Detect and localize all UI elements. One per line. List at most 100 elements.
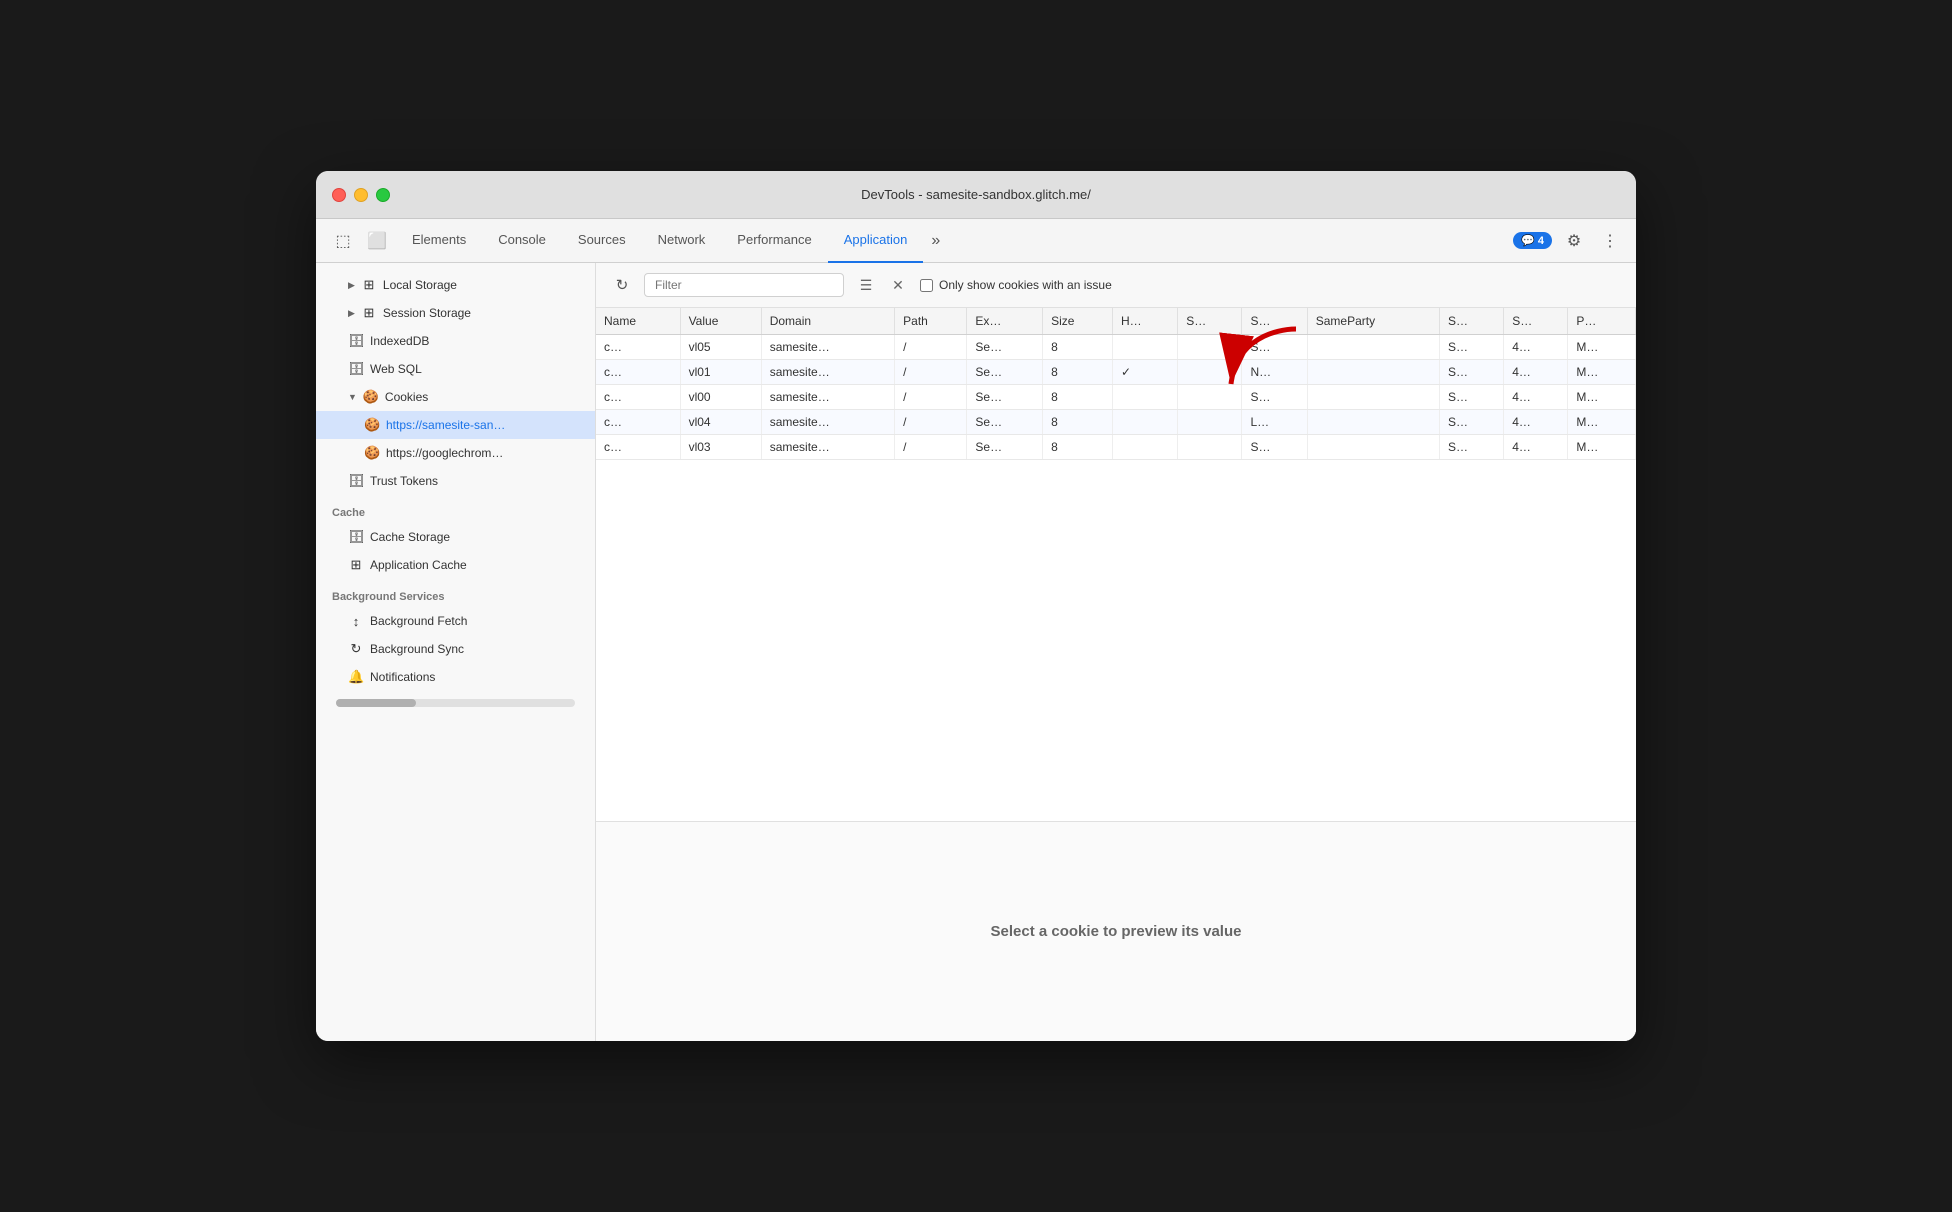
table-cell: / [895, 410, 967, 435]
table-cell: / [895, 335, 967, 360]
sidebar-item-bg-sync[interactable]: ↻ Background Sync [316, 635, 595, 663]
col-s1[interactable]: S… [1440, 308, 1504, 335]
sidebar-scrollbar[interactable] [336, 699, 575, 707]
issue-filter-checkbox[interactable] [920, 279, 933, 292]
table-row[interactable]: c…vl03samesite…/Se…8S…S…4…M… [596, 435, 1636, 460]
filter-options-button[interactable]: ☰ [852, 271, 880, 299]
col-path[interactable]: Path [895, 308, 967, 335]
refresh-button[interactable]: ↻ [608, 271, 636, 299]
inspect-icon[interactable]: ⬜ [362, 227, 392, 255]
issue-filter-text: Only show cookies with an issue [939, 278, 1112, 292]
tab-sources[interactable]: Sources [562, 219, 642, 263]
cookie-table-container[interactable]: Name Value Domain Path Ex… Size H… S… S…… [596, 308, 1636, 821]
more-options-button[interactable]: ⋮ [1596, 227, 1624, 255]
local-storage-label: Local Storage [383, 278, 457, 292]
tab-network[interactable]: Network [642, 219, 722, 263]
sidebar-item-session-storage[interactable]: ▶ ⊞ Session Storage [316, 299, 595, 327]
table-cell: S… [1440, 410, 1504, 435]
table-cell [1307, 335, 1439, 360]
chat-badge[interactable]: 💬 4 [1513, 232, 1552, 249]
cookie-preview-area: Select a cookie to preview its value [596, 821, 1636, 1041]
table-cell: N… [1242, 360, 1307, 385]
bg-fetch-icon: ↕ [348, 614, 364, 629]
col-value[interactable]: Value [680, 308, 761, 335]
panel-wrapper: ↻ ☰ ✕ Only show cookies with an issue [596, 263, 1636, 1041]
table-cell: S… [1440, 335, 1504, 360]
clear-filter-button[interactable]: ✕ [884, 271, 912, 299]
minimize-button[interactable] [354, 188, 368, 202]
filter-bar: ↻ ☰ ✕ Only show cookies with an issue [596, 263, 1636, 308]
table-cell [1307, 385, 1439, 410]
sidebar-item-cache-storage[interactable]: 🗄 Cache Storage [316, 523, 595, 551]
bg-fetch-label: Background Fetch [370, 614, 467, 628]
table-cell: 8 [1043, 435, 1113, 460]
table-cell: ✓ [1113, 360, 1178, 385]
cookie-table: Name Value Domain Path Ex… Size H… S… S…… [596, 308, 1636, 460]
sidebar-item-cookie-google[interactable]: 🍪 https://googlechrom… [316, 439, 595, 467]
cursor-icon[interactable]: ⬚ [328, 227, 358, 255]
sidebar-item-websql[interactable]: 🗄 Web SQL [316, 355, 595, 383]
notifications-label: Notifications [370, 670, 435, 684]
col-samesite-abbr[interactable]: S… [1242, 308, 1307, 335]
table-cell [1113, 385, 1178, 410]
sidebar-item-notifications[interactable]: 🔔 Notifications [316, 663, 595, 691]
session-storage-label: Session Storage [383, 306, 471, 320]
col-priority[interactable]: P… [1568, 308, 1636, 335]
table-cell: samesite… [761, 385, 894, 410]
col-s2[interactable]: S… [1504, 308, 1568, 335]
cookie-google-icon: 🍪 [364, 445, 380, 461]
bg-section-label: Background Services [316, 579, 595, 607]
tab-console[interactable]: Console [482, 219, 562, 263]
sidebar: ▶ ⊞ Local Storage ▶ ⊞ Session Storage 🗄 … [316, 263, 596, 1041]
col-expires[interactable]: Ex… [967, 308, 1043, 335]
maximize-button[interactable] [376, 188, 390, 202]
cookies-label: Cookies [385, 390, 428, 404]
sidebar-item-cookie-samesite[interactable]: 🍪 https://samesite-san… [316, 411, 595, 439]
table-row[interactable]: c…vl01samesite…/Se…8✓N…S…4…M… [596, 360, 1636, 385]
sidebar-item-trust-tokens[interactable]: 🗄 Trust Tokens [316, 467, 595, 495]
window-title: DevTools - samesite-sandbox.glitch.me/ [332, 187, 1620, 202]
title-bar: DevTools - samesite-sandbox.glitch.me/ [316, 171, 1636, 219]
websql-label: Web SQL [370, 362, 422, 376]
table-cell: Se… [967, 335, 1043, 360]
notifications-icon: 🔔 [348, 669, 364, 685]
sidebar-item-bg-fetch[interactable]: ↕ Background Fetch [316, 607, 595, 635]
issue-filter-label[interactable]: Only show cookies with an issue [920, 278, 1112, 292]
sidebar-item-indexeddb[interactable]: 🗄 IndexedDB [316, 327, 595, 355]
table-row[interactable]: c…vl05samesite…/Se…8S…S…4…M… [596, 335, 1636, 360]
col-secure[interactable]: S… [1178, 308, 1242, 335]
table-cell: 8 [1043, 410, 1113, 435]
filter-input[interactable] [644, 273, 844, 297]
tab-performance[interactable]: Performance [721, 219, 827, 263]
table-cell: S… [1440, 360, 1504, 385]
sidebar-item-cookies[interactable]: ▼ 🍪 Cookies [316, 383, 595, 411]
table-cell: c… [596, 410, 680, 435]
table-cell: 8 [1043, 385, 1113, 410]
tab-application[interactable]: Application [828, 219, 924, 263]
col-sameparty[interactable]: SameParty [1307, 308, 1439, 335]
websql-icon: 🗄 [348, 361, 364, 377]
filter-actions: ☰ ✕ [852, 271, 912, 299]
table-cell: c… [596, 385, 680, 410]
col-size[interactable]: Size [1043, 308, 1113, 335]
cookie-samesite-label: https://samesite-san… [386, 418, 505, 432]
close-button[interactable] [332, 188, 346, 202]
table-cell [1307, 410, 1439, 435]
sidebar-item-local-storage[interactable]: ▶ ⊞ Local Storage [316, 271, 595, 299]
expand-arrow-icon: ▶ [348, 280, 355, 291]
table-row[interactable]: c…vl00samesite…/Se…8S…S…4…M… [596, 385, 1636, 410]
expand-arrow-icon: ▼ [348, 392, 357, 402]
table-cell: vl04 [680, 410, 761, 435]
settings-button[interactable]: ⚙ [1560, 227, 1588, 255]
sidebar-item-app-cache[interactable]: ⊞ Application Cache [316, 551, 595, 579]
table-cell: Se… [967, 385, 1043, 410]
tab-elements[interactable]: Elements [396, 219, 482, 263]
col-name[interactable]: Name [596, 308, 680, 335]
table-cell: vl00 [680, 385, 761, 410]
col-domain[interactable]: Domain [761, 308, 894, 335]
table-row[interactable]: c…vl04samesite…/Se…8L…S…4…M… [596, 410, 1636, 435]
more-tabs-button[interactable]: » [923, 219, 948, 263]
table-cell: 8 [1043, 335, 1113, 360]
table-header-row: Name Value Domain Path Ex… Size H… S… S…… [596, 308, 1636, 335]
col-httponly[interactable]: H… [1113, 308, 1178, 335]
